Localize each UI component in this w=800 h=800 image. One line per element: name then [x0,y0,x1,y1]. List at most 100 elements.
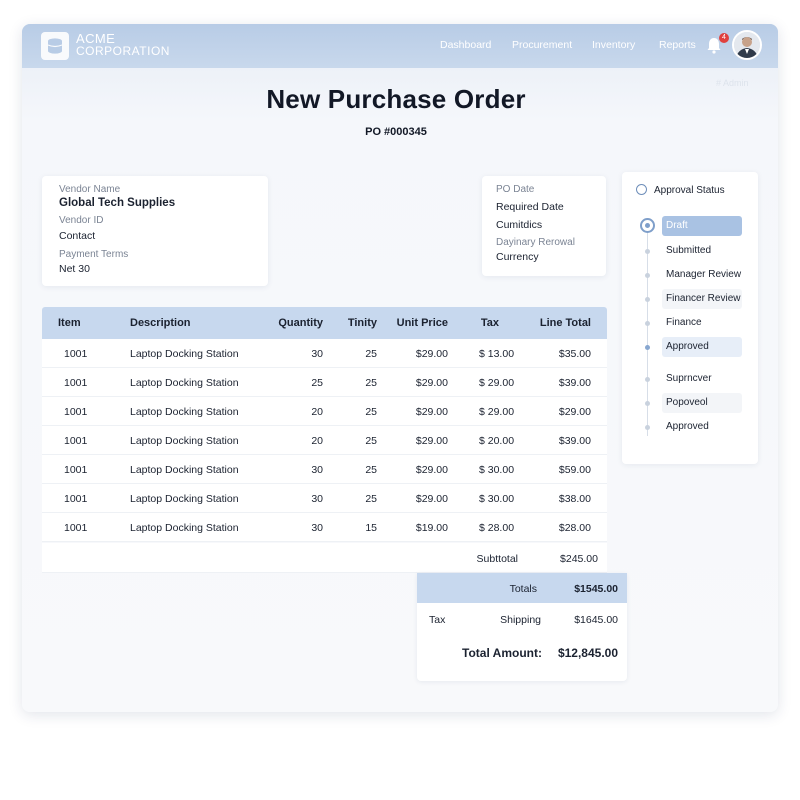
step-draft[interactable]: Draft [662,216,742,236]
cell-line-total: $59.00 [558,464,591,476]
cell-tinity: 25 [365,377,377,389]
col-quantity[interactable]: Quantity [272,317,323,329]
required-date-value[interactable]: Required Date [496,201,564,213]
cell-quantity: 30 [311,348,323,360]
totals-row: Totals $1545.00 [417,573,627,603]
step-dot [645,345,650,350]
current-step-icon [640,218,655,233]
cell-tinity: 25 [365,493,377,505]
cell-description: Laptop Docking Station [130,377,239,389]
cell-tinity: 25 [365,435,377,447]
cell-tax: $ 30.00 [479,464,515,476]
cell-item: 1001 [64,522,88,534]
step-popoveol[interactable]: Popoveol [662,393,742,413]
cell-tax: $ 20.00 [479,435,515,447]
acme-logo-icon[interactable] [41,32,69,60]
cell-unit-price: $29.00 [415,377,448,389]
cell-tinity: 25 [365,348,377,360]
po-number: PO #000345 [365,126,427,138]
po-info-card: PO Date Required Date Cumitdics Dayinary… [482,176,606,276]
col-unit-price[interactable]: Unit Price [382,317,448,329]
payment-terms-label: Payment Terms [59,249,129,260]
cell-unit-price: $19.00 [415,522,448,534]
step-suprncver[interactable]: Suprncver [662,369,742,389]
col-item[interactable]: Item [58,317,81,329]
shipping-value: $1645.00 [574,614,618,626]
subtotal-value: $245.00 [560,553,598,565]
avatar[interactable] [732,30,762,60]
table-row[interactable]: 1001 Laptop Docking Station 30 25 $29.00… [42,455,607,484]
cell-quantity: 25 [311,377,323,389]
nav-dashboard[interactable]: Dashboard [440,39,491,51]
currency-value[interactable]: Currency [496,251,539,263]
vendor-name-label: Vendor Name [59,184,121,195]
table-row[interactable]: 1001 Laptop Docking Station 30 15 $19.00… [42,513,607,542]
vendor-card: Vendor Name Global Tech Supplies Vendor … [42,176,268,286]
cell-description: Laptop Docking Station [130,464,239,476]
cell-quantity: 20 [311,435,323,447]
cumitdics-value[interactable]: Cumitdics [496,219,542,231]
cell-item: 1001 [64,377,88,389]
table-row[interactable]: 1001 Laptop Docking Station 20 25 $29.00… [42,426,607,455]
cell-unit-price: $29.00 [415,435,448,447]
cell-item: 1001 [64,406,88,418]
page-title: New Purchase Order [266,84,526,114]
cell-tax: $ 28.00 [479,522,515,534]
table-row[interactable]: 1001 Laptop Docking Station 30 25 $29.00… [42,339,607,368]
cell-item: 1001 [64,348,88,360]
payment-terms-value[interactable]: Net 30 [59,263,90,275]
cell-item: 1001 [64,493,88,505]
cell-line-total: $38.00 [558,493,591,505]
top-bar: ACME CORPORATION Dashboard Procurement I… [22,24,778,68]
total-amount-value: $12,845.00 [557,646,618,660]
cell-line-total: $28.00 [558,522,591,534]
totals-box: Totals $1545.00 Tax Shipping $1645.00 To… [417,573,627,681]
step-approved-final[interactable]: Approved [662,417,742,437]
nav-inventory[interactable]: Inventory [592,39,635,51]
po-date-label: PO Date [496,184,535,195]
cell-tinity: 25 [365,464,377,476]
cell-item: 1001 [64,464,88,476]
step-financer-review[interactable]: Financer Review [662,289,742,309]
step-finance-approval[interactable]: Finance Approval [662,313,742,348]
col-tax[interactable]: Tax [462,317,499,329]
table-row[interactable]: 1001 Laptop Docking Station 30 25 $29.00… [42,484,607,513]
step-dot [645,273,650,278]
app-window: ACME CORPORATION Dashboard Procurement I… [22,24,778,712]
cell-tax: $ 13.00 [479,348,515,360]
step-dot [645,425,650,430]
vendor-id-label: Vendor ID [59,215,104,226]
cell-quantity: 30 [311,464,323,476]
contact-value[interactable]: Contact [59,230,95,242]
cell-description: Laptop Docking Station [130,435,239,447]
step-dot [645,321,650,326]
brand-name: ACME CORPORATION [76,32,170,58]
cell-tinity: 15 [365,522,377,534]
col-line-total[interactable]: Line Total [522,317,591,329]
cell-tinity: 25 [365,406,377,418]
table-row[interactable]: 1001 Laptop Docking Station 20 25 $29.00… [42,397,607,426]
subtotal-label: Subttotal [476,553,518,565]
totals-value: $1545.00 [574,583,618,595]
cell-unit-price: $29.00 [415,406,448,418]
cell-line-total: $39.00 [558,377,591,389]
nav-procurement[interactable]: Procurement [512,39,572,51]
col-description[interactable]: Description [130,317,191,329]
step-dot [645,401,650,406]
step-submitted[interactable]: Submitted [662,241,742,261]
cell-unit-price: $29.00 [415,348,448,360]
nav-reports[interactable]: Reports [659,39,696,51]
step-approved[interactable]: Approved [662,337,742,357]
cell-line-total: $29.00 [558,406,591,418]
table-row[interactable]: 1001 Laptop Docking Station 25 25 $29.00… [42,368,607,397]
approval-status-title: Approval Status [654,185,725,196]
cell-quantity: 30 [311,493,323,505]
step-manager-review[interactable]: Manager Review [662,265,742,285]
vendor-name-value[interactable]: Global Tech Supplies [59,197,175,209]
subtotal-row: Subttotal $245.00 [42,543,607,573]
cell-description: Laptop Docking Station [130,348,239,360]
tax-label: Tax [429,614,446,626]
cell-unit-price: $29.00 [415,464,448,476]
step-dot [645,249,650,254]
col-tinity[interactable]: Tinity [332,317,377,329]
